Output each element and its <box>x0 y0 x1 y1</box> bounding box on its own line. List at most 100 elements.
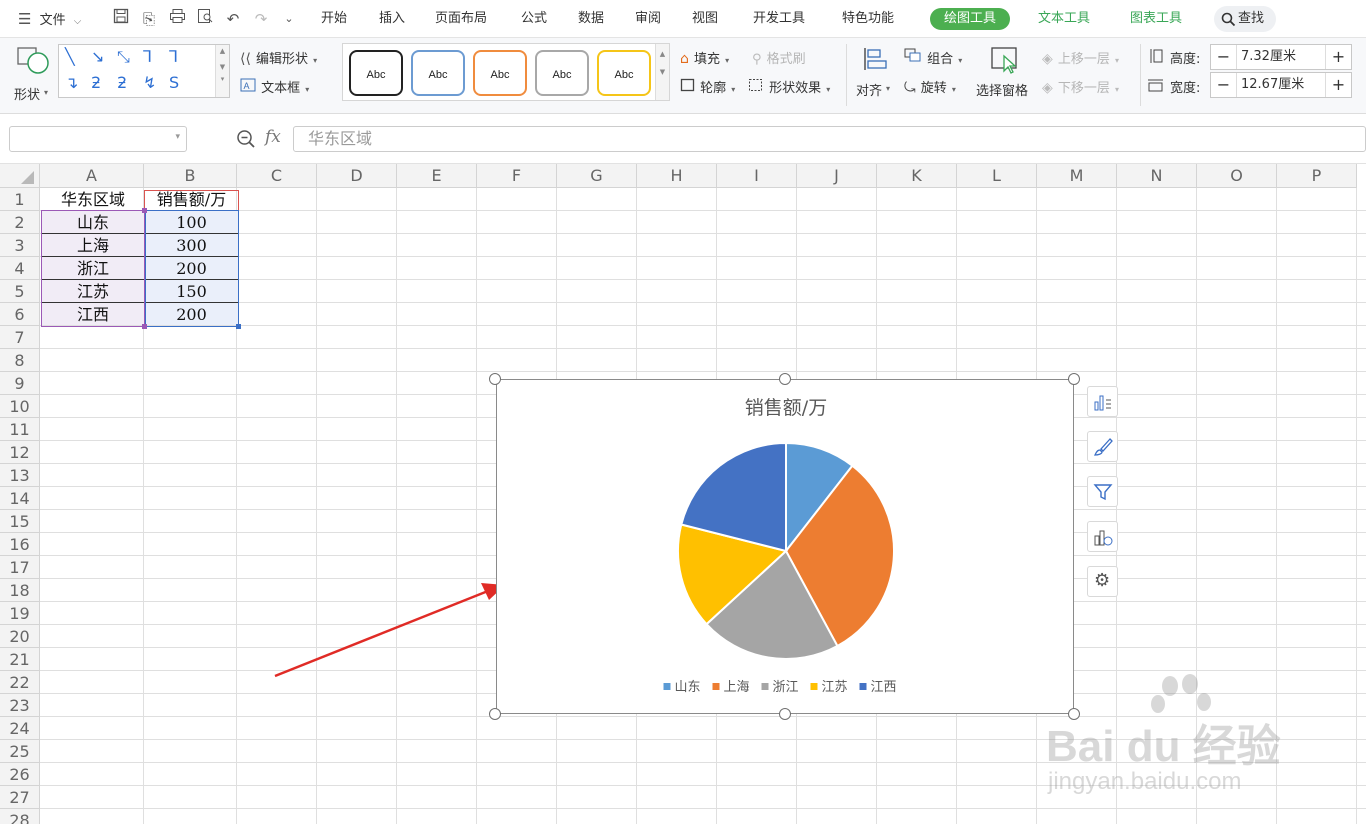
shape-effects-button[interactable]: 形状效果 ▾ <box>748 77 830 96</box>
shape-style-gallery[interactable]: Abc Abc Abc Abc Abc ▲ ▼ <box>342 43 670 101</box>
style-preview-yellow[interactable]: Abc <box>597 50 651 96</box>
selection-pane-button[interactable]: 选择窗格 <box>976 44 1034 104</box>
row-header-17[interactable]: 17 <box>0 556 40 579</box>
format-painter-quick-icon[interactable]: ⎘ <box>138 8 160 30</box>
tab-data[interactable]: 数据 <box>578 0 604 38</box>
row-header-28[interactable]: 28 <box>0 809 40 824</box>
column-header-g[interactable]: G <box>557 164 637 188</box>
row-header-6[interactable]: 6 <box>0 303 40 326</box>
fx-icon[interactable]: fx <box>265 127 281 147</box>
tab-developer[interactable]: 开发工具 <box>753 0 805 38</box>
row-header-7[interactable]: 7 <box>0 326 40 349</box>
column-header-n[interactable]: N <box>1117 164 1197 188</box>
range-handle[interactable] <box>142 208 147 213</box>
row-header-23[interactable]: 23 <box>0 694 40 717</box>
tab-text-tools[interactable]: 文本工具 <box>1024 8 1104 30</box>
row-header-14[interactable]: 14 <box>0 487 40 510</box>
width-decrease-button[interactable]: − <box>1211 73 1237 97</box>
column-header-c[interactable]: C <box>237 164 317 188</box>
print-preview-icon[interactable] <box>194 8 216 30</box>
row-header-2[interactable]: 2 <box>0 211 40 234</box>
column-header-j[interactable]: J <box>797 164 877 188</box>
row-header-1[interactable]: 1 <box>0 188 40 211</box>
style-preview-black[interactable]: Abc <box>349 50 403 96</box>
height-stepper[interactable]: − 7.32厘米 + <box>1210 44 1352 70</box>
row-header-5[interactable]: 5 <box>0 280 40 303</box>
row-header-24[interactable]: 24 <box>0 717 40 740</box>
align-button[interactable]: 对齐 ▾ <box>856 44 896 104</box>
resize-handle-bottom-left[interactable] <box>489 708 501 720</box>
row-header-22[interactable]: 22 <box>0 671 40 694</box>
print-icon[interactable] <box>166 8 188 30</box>
save-icon[interactable] <box>110 8 132 30</box>
column-header-h[interactable]: H <box>637 164 717 188</box>
legend-item-5[interactable]: 江西 <box>859 680 897 695</box>
row-header-4[interactable]: 4 <box>0 257 40 280</box>
range-handle[interactable] <box>142 324 147 329</box>
shape-button[interactable]: 形状 ▾ <box>10 44 54 104</box>
zoom-formula-icon[interactable] <box>236 129 256 153</box>
pie-chart[interactable]: 销售额/万 山东 上海 浙江 江苏 江西 <box>496 379 1074 714</box>
width-input[interactable]: 12.67厘米 <box>1241 73 1304 97</box>
row-header-25[interactable]: 25 <box>0 740 40 763</box>
group-button[interactable]: 组合 ▾ <box>904 48 962 67</box>
legend-item-1[interactable]: 山东 <box>663 680 701 695</box>
series-name-reference-box[interactable] <box>144 190 239 211</box>
arrow-shape-icon[interactable]: ↘ <box>91 49 104 65</box>
column-header-b[interactable]: B <box>144 164 237 188</box>
tab-review[interactable]: 审阅 <box>635 0 661 38</box>
cell-a1[interactable]: 华东区域 <box>41 188 145 211</box>
chart-settings-button[interactable]: ⚙ <box>1087 566 1118 597</box>
column-header-a[interactable]: A <box>40 164 144 188</box>
tab-special-features[interactable]: 特色功能 <box>842 0 894 38</box>
tab-view[interactable]: 视图 <box>692 0 718 38</box>
gallery-scroll[interactable]: ▲ ▼ ▾ <box>215 45 229 97</box>
chart-styles-button[interactable] <box>1087 431 1118 462</box>
gallery-scroll[interactable]: ▲ ▼ <box>655 44 669 100</box>
fill-button[interactable]: ⌂ 填充 ▾ <box>680 48 729 67</box>
row-header-10[interactable]: 10 <box>0 395 40 418</box>
row-header-13[interactable]: 13 <box>0 464 40 487</box>
elbow-double-arrow-icon[interactable]: ↴ <box>65 75 78 91</box>
row-header-16[interactable]: 16 <box>0 533 40 556</box>
column-header-p[interactable]: P <box>1277 164 1357 188</box>
tab-drawing-tools[interactable]: 绘图工具 <box>930 8 1011 30</box>
style-preview-blue[interactable]: Abc <box>411 50 465 96</box>
chart-legend[interactable]: 山东 上海 浙江 江苏 江西 <box>663 679 897 695</box>
elbow-arrow-connector-icon[interactable]: ⅂ <box>169 49 178 65</box>
shape-gallery[interactable]: ╲ ↘ ⤡ ⅂ ⅂ ↴ ƻ ƻ ↯ S ▲ ▼ ▾ <box>58 44 230 98</box>
legend-item-4[interactable]: 江苏 <box>810 679 848 695</box>
column-header-k[interactable]: K <box>877 164 957 188</box>
row-header-15[interactable]: 15 <box>0 510 40 533</box>
style-preview-orange[interactable]: Abc <box>473 50 527 96</box>
width-stepper[interactable]: − 12.67厘米 + <box>1210 72 1352 98</box>
value-reference-box[interactable] <box>145 210 239 327</box>
format-painter-button[interactable]: ⚲ 格式刷 <box>752 48 806 67</box>
resize-handle-bottom[interactable] <box>779 708 791 720</box>
chart-elements-button[interactable] <box>1087 386 1118 417</box>
customize-quick-access-icon[interactable]: ⌄ <box>278 8 300 30</box>
row-header-18[interactable]: 18 <box>0 579 40 602</box>
curved-double-arrow-icon[interactable]: ↯ <box>143 75 156 91</box>
column-header-o[interactable]: O <box>1197 164 1277 188</box>
range-handle[interactable] <box>236 324 241 329</box>
column-header-m[interactable]: M <box>1037 164 1117 188</box>
height-increase-button[interactable]: + <box>1325 45 1351 69</box>
select-all-corner[interactable] <box>0 164 40 188</box>
row-header-20[interactable]: 20 <box>0 625 40 648</box>
bring-forward-button[interactable]: ◈ 上移一层 ▾ <box>1042 48 1119 67</box>
category-reference-box[interactable] <box>41 210 145 327</box>
tab-chart-tools[interactable]: 图表工具 <box>1116 8 1196 30</box>
undo-icon[interactable]: ↶ <box>222 8 244 30</box>
legend-item-2[interactable]: 上海 <box>712 680 750 695</box>
column-header-d[interactable]: D <box>317 164 397 188</box>
file-menu[interactable]: ☰ 文件 ⌵ <box>18 0 81 38</box>
height-decrease-button[interactable]: − <box>1211 45 1237 69</box>
text-box-button[interactable]: A 文本框 ▾ <box>240 77 309 96</box>
name-box[interactable]: ▾ <box>9 126 187 152</box>
search-button[interactable]: 查找 <box>1214 6 1276 32</box>
row-header-9[interactable]: 9 <box>0 372 40 395</box>
row-header-11[interactable]: 11 <box>0 418 40 441</box>
send-backward-button[interactable]: ◈ 下移一层 ▾ <box>1042 77 1119 96</box>
resize-handle-top-right[interactable] <box>1068 373 1080 385</box>
